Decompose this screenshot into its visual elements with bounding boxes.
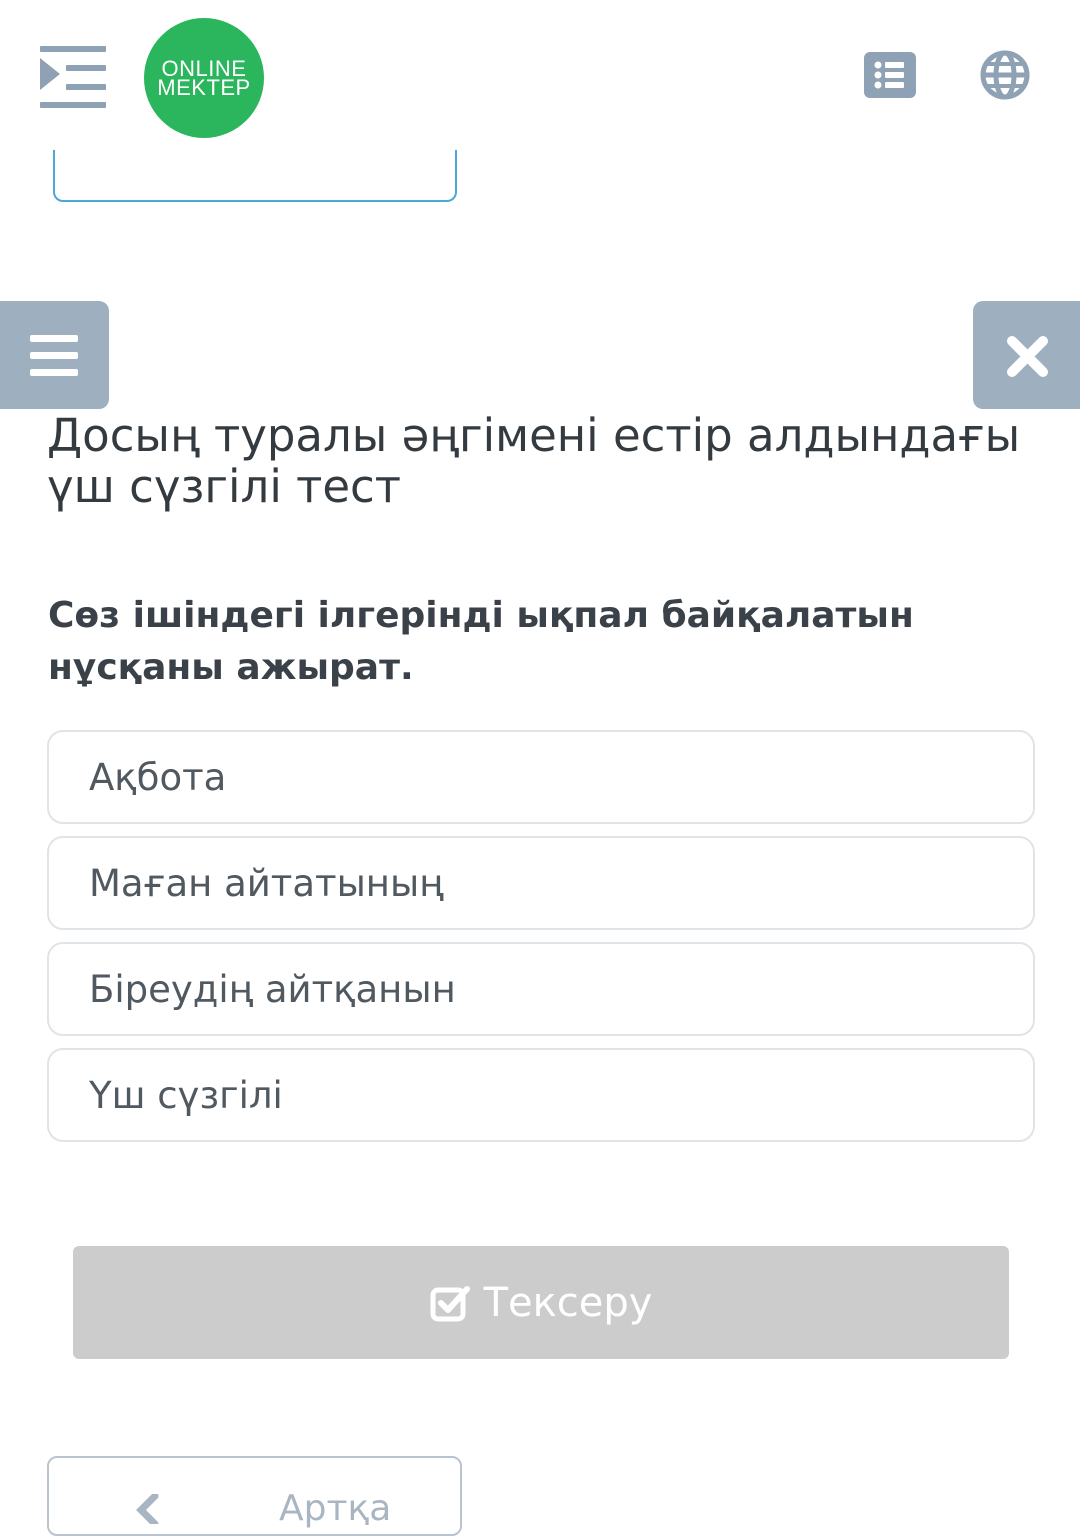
logo-line-2: MEKTEP	[157, 75, 251, 100]
list-icon[interactable]	[864, 52, 916, 98]
hamburger-menu-button[interactable]	[0, 301, 109, 409]
answer-option[interactable]: Маған айтатының	[47, 836, 1035, 930]
back-button[interactable]: Артқа	[47, 1456, 462, 1536]
top-header: ONLINE MEKTEP	[0, 0, 1080, 150]
checkbox-check-icon	[430, 1285, 470, 1321]
back-button-label: Артқа	[279, 1488, 392, 1529]
close-button[interactable]	[973, 301, 1080, 409]
test-title: Досың туралы әңгімені естір алдындағы үш…	[47, 409, 1021, 513]
answer-options: Ақбота Маған айтатының Біреудің айтқанын…	[47, 730, 1035, 1154]
partial-outline-box	[53, 150, 457, 202]
indent-menu-icon[interactable]	[40, 46, 106, 108]
check-button-label: Тексеру	[483, 1279, 653, 1326]
answer-option[interactable]: Ақбота	[47, 730, 1035, 824]
answer-option[interactable]: Біреудің айтқанын	[47, 942, 1035, 1036]
back-arrow-icon	[136, 1494, 159, 1524]
answer-option[interactable]: Үш сүзгілі	[47, 1048, 1035, 1142]
check-button[interactable]: Тексеру	[73, 1246, 1009, 1359]
globe-icon[interactable]	[980, 50, 1030, 100]
online-mektep-logo[interactable]: ONLINE MEKTEP	[144, 18, 264, 138]
close-icon	[1007, 336, 1048, 377]
question-text: Сөз ішіндегі ілгерінді ықпал байқалатын …	[48, 595, 914, 688]
